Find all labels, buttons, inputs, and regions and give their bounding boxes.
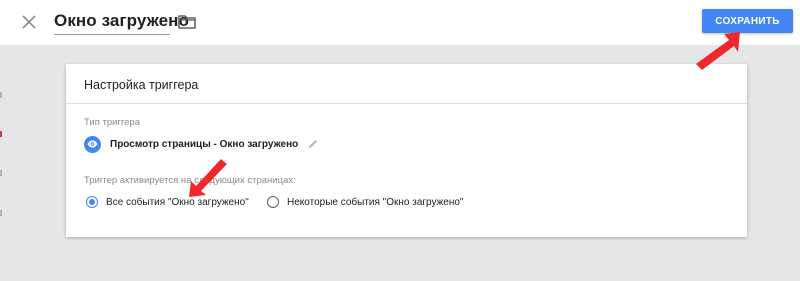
pencil-icon[interactable] — [307, 138, 319, 150]
card-title: Настройка триггера — [84, 78, 199, 92]
folder-icon — [178, 15, 196, 29]
trigger-configuration-card: Настройка триггера Тип триггера Просмотр… — [66, 64, 747, 237]
radio-some-events[interactable]: Некоторые события "Окно загружено" — [267, 194, 463, 210]
folder-button[interactable] — [177, 13, 197, 31]
radio-unselected-icon[interactable] — [267, 196, 279, 208]
page-title[interactable]: Окно загружено — [54, 11, 189, 31]
divider — [66, 103, 747, 104]
eye-icon — [84, 135, 101, 153]
edge-mark — [0, 92, 2, 98]
trigger-type-value: Просмотр страницы - Окно загружено — [110, 138, 299, 150]
fires-on-label: Триггер активируется на следующих страни… — [84, 175, 296, 186]
trigger-type-row[interactable]: Просмотр страницы - Окно загружено — [84, 134, 319, 154]
radio-all-events[interactable]: Все события "Окно загружено" — [86, 194, 249, 210]
header-bar: Окно загружено СОХРАНИТЬ — [0, 0, 800, 45]
radio-all-events-label: Все события "Окно загружено" — [106, 196, 249, 208]
close-button[interactable] — [18, 11, 40, 33]
radio-some-events-label: Некоторые события "Окно загружено" — [287, 196, 464, 208]
tag-manager-trigger-editor: Окно загружено СОХРАНИТЬ Настройка тригг… — [0, 0, 800, 281]
edge-mark — [0, 170, 2, 176]
close-icon — [22, 15, 36, 29]
trigger-type-label: Тип триггера — [84, 117, 140, 128]
radio-selected-icon[interactable] — [86, 196, 98, 208]
title-underline — [54, 34, 170, 35]
edge-mark — [0, 131, 2, 137]
edge-mark — [0, 210, 2, 216]
save-button[interactable]: СОХРАНИТЬ — [702, 9, 793, 33]
